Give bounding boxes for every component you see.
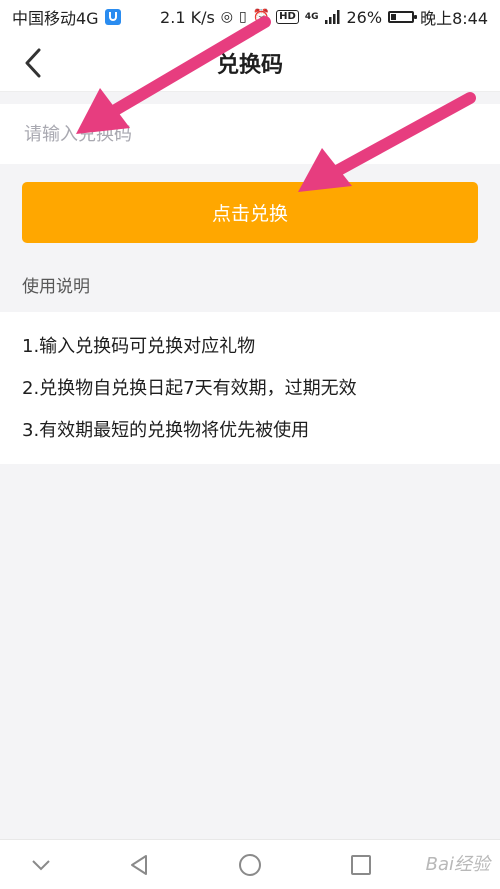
shield-icon [104,9,121,25]
instruction-item: 1.输入兑换码可兑换对应礼物 [22,336,256,357]
status-bar: 中国移动4G 2.1 K/s ◎ ▯ ⏰ HD 4G 26% 晚上8:44 [0,0,500,34]
redeem-code-field-wrapper [0,104,500,164]
usage-instructions-label: 使用说明 [22,277,90,297]
hotspot-icon: ◎ [220,9,234,25]
chevron-left-icon [25,48,41,78]
battery-percent: 26% [346,7,383,27]
redeem-button[interactable]: 点击兑换 [22,182,478,243]
instructions-panel: 1.输入兑换码可兑换对应礼物 2.兑换物自兑换日起7天有效期，过期无效 3.有效… [0,312,500,464]
instruction-item: 2.兑换物自兑换日起7天有效期，过期无效 [22,378,357,399]
battery-fill [391,14,397,20]
vibrate-icon: ▯ [239,9,247,25]
network-speed: 2.1 K/s [160,7,215,27]
hd-icon: HD [276,10,299,24]
nav-recent-button[interactable] [348,852,374,878]
carrier-label: 中国移动4G [12,9,99,28]
alarm-icon: ⏰ [252,9,271,25]
network-type: 4G [304,11,319,22]
status-left: 中国移动4G [12,5,121,29]
status-right: 2.1 K/s ◎ ▯ ⏰ HD 4G 26% 晚上8:44 [160,5,488,29]
redeem-code-input[interactable] [22,122,486,146]
battery-icon [388,11,418,23]
instruction-item: 3.有效期最短的兑换物将优先被使用 [22,420,310,441]
triangle-back-icon [131,855,147,875]
clock: 晚上8:44 [420,9,488,28]
nav-collapse-button[interactable] [28,852,54,878]
header: 兑换码 [0,34,500,92]
page-title: 兑换码 [216,52,283,78]
nav-home-button[interactable] [237,852,263,878]
square-recent-icon [351,855,371,875]
baidu-watermark: Bai经验 [425,854,490,875]
nav-back-button[interactable] [126,852,152,878]
circle-home-icon [239,854,261,876]
back-button[interactable] [16,46,50,80]
chevron-down-icon [32,860,50,871]
signal-icon [324,10,339,24]
